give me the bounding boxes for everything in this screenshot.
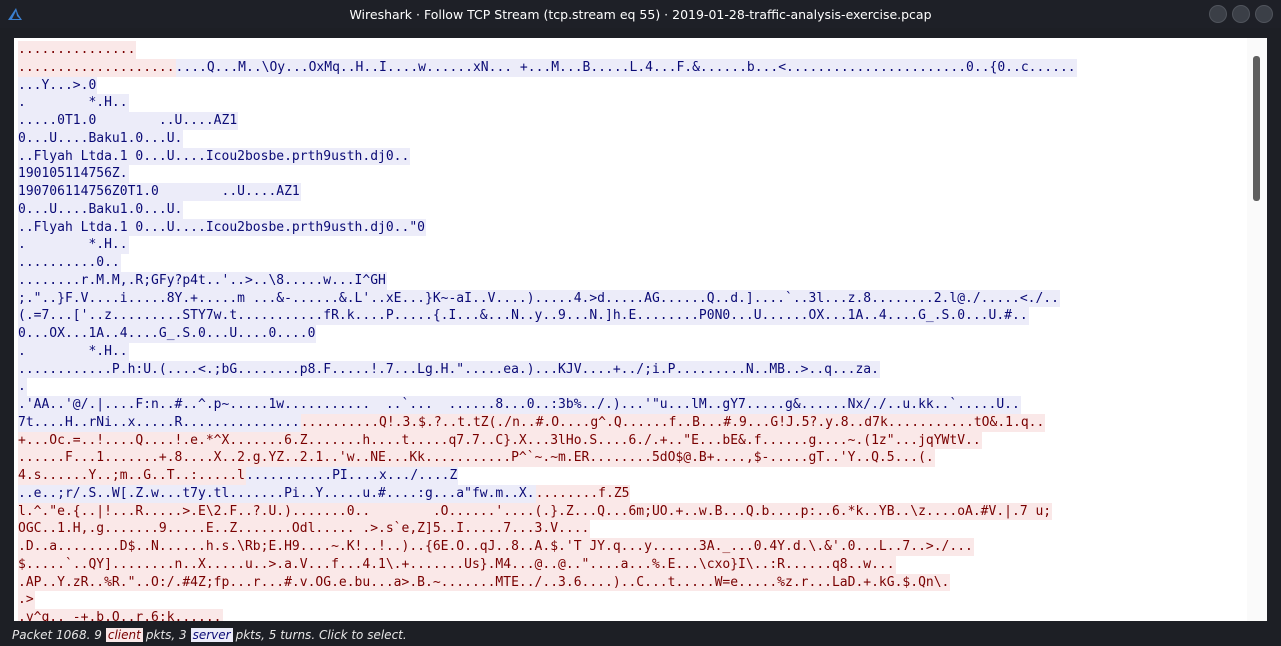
- title-bar: Wireshark · Follow TCP Stream (tcp.strea…: [0, 0, 1281, 28]
- server-segment[interactable]: . *.H..: [18, 342, 129, 361]
- stream-line[interactable]: . *.H..: [18, 236, 1243, 254]
- server-segment[interactable]: 0...U....Baku1.0...U.: [18, 129, 184, 148]
- client-segment[interactable]: ...............: [18, 41, 137, 59]
- server-segment[interactable]: 190706114756Z0T1.0 ..U....AZ1: [18, 183, 301, 201]
- stream-line[interactable]: .>: [18, 591, 1243, 609]
- stream-line[interactable]: (.=7...['..z.........STY7w.t...........f…: [18, 307, 1243, 325]
- client-segment[interactable]: $.....`..QY]........n..X.....u..>.a.V...…: [18, 555, 896, 574]
- maximize-icon[interactable]: [1232, 5, 1250, 23]
- client-segment[interactable]: ..........Q!.3.$.?..t.tZ(./n..#.O....g^.…: [300, 413, 1046, 432]
- stream-line[interactable]: 0...U....Baku1.0...U.: [18, 200, 1243, 219]
- vertical-scrollbar[interactable]: [1247, 38, 1267, 621]
- stream-line[interactable]: ..........0..: [18, 254, 1243, 272]
- stream-line[interactable]: 0...U....Baku1.0...U.: [18, 129, 1243, 148]
- stream-line[interactable]: 4.s......Y..;m..G..T..:.....l...........…: [18, 467, 1243, 485]
- stream-line[interactable]: .AP..Y.zR..%R."..O:/.#4Z;fp...r...#.v.OG…: [18, 573, 1243, 592]
- minimize-icon[interactable]: [1209, 5, 1227, 23]
- client-segment[interactable]: .y^q.. -+.b.O..r.6;k......: [18, 609, 223, 621]
- stream-line[interactable]: .D..a........D$..N......h.s.\Rb;E.H9....…: [18, 538, 1243, 556]
- server-segment[interactable]: .'AA..'@/.|....F:n..#..^.p~.....1w......…: [18, 396, 1021, 414]
- stream-content[interactable]: ............... ........................Q…: [18, 41, 1243, 621]
- stream-line[interactable]: ............P.h:U.(....<.;bG........p8.F…: [18, 360, 1243, 379]
- stream-line[interactable]: ........r.M.M,.R;GFy?p4t..'..>..\8.....w…: [18, 271, 1243, 290]
- stream-line[interactable]: .y^q.. -+.b.O..r.6;k......: [18, 609, 1243, 621]
- status-prefix: Packet 1068. 9: [12, 628, 102, 642]
- client-segment[interactable]: OGC..1.H,.g.......9.....E..Z.......Odl..…: [18, 520, 591, 538]
- server-segment[interactable]: .....0T1.0 ..U....AZ1: [18, 112, 239, 130]
- server-segment[interactable]: .: [18, 378, 27, 396]
- stream-line[interactable]: . *.H..: [18, 94, 1243, 112]
- window-title: Wireshark · Follow TCP Stream (tcp.strea…: [349, 6, 932, 22]
- stream-line[interactable]: ..Flyah Ltda.1 0...U....Icou2bosbe.prth9…: [18, 218, 1243, 237]
- close-icon[interactable]: [1255, 5, 1273, 23]
- stream-line[interactable]: ........................Q...M..\Oy...OxM…: [18, 58, 1243, 77]
- stream-line[interactable]: 0...OX...1A..4....G_.S.0...U....0....0: [18, 325, 1243, 343]
- stream-line[interactable]: 190105114756Z.: [18, 165, 1243, 183]
- server-legend[interactable]: server: [190, 628, 233, 642]
- stream-line[interactable]: ...Y...>.0: [18, 76, 1243, 95]
- stream-line[interactable]: 7t....H..rNi..x.....R...................…: [18, 413, 1243, 432]
- server-segment[interactable]: ...........PI....x.../....Z: [245, 467, 459, 485]
- server-segment[interactable]: 0...OX...1A..4....G_.S.0...U....0....0: [18, 325, 317, 343]
- client-segment[interactable]: .AP..Y.zR..%R."..O:/.#4Z;fp...r...#.v.OG…: [18, 573, 951, 592]
- stream-line[interactable]: .....0T1.0 ..U....AZ1: [18, 112, 1243, 130]
- stream-line[interactable]: ...............: [18, 41, 1243, 59]
- stream-line[interactable]: .'AA..'@/.|....F:n..#..^.p~.....1w......…: [18, 396, 1243, 414]
- server-segment[interactable]: 7t....H..rNi..x.....R...............: [18, 413, 301, 432]
- stream-line[interactable]: $.....`..QY]........n..X.....u..>.a.V...…: [18, 555, 1243, 574]
- stream-line[interactable]: l.^."e.{..|!...R.....>.E\2.F..?.U.).....…: [18, 502, 1243, 521]
- client-segment[interactable]: .D..a........D$..N......h.s.\Rb;E.H9....…: [18, 538, 974, 556]
- client-segment[interactable]: +...Oc.=..!....Q....!.e.*^X.......6.Z...…: [18, 431, 982, 450]
- server-segment[interactable]: 0...U....Baku1.0...U.: [18, 200, 184, 219]
- server-segment[interactable]: ..Flyah Ltda.1 0...U....Icou2bosbe.prth9…: [18, 147, 411, 166]
- server-segment[interactable]: ............P.h:U.(....<.;bG........p8.F…: [18, 360, 880, 379]
- stream-line[interactable]: +...Oc.=..!....Q....!.e.*^X.......6.Z...…: [18, 431, 1243, 450]
- server-segment[interactable]: . *.H..: [18, 94, 129, 112]
- status-suffix: pkts, 5 turns. Click to select.: [235, 628, 407, 642]
- client-segment[interactable]: l.^."e.{..|!...R.....>.E\2.F..?.U.).....…: [18, 502, 1053, 521]
- client-segment[interactable]: ........f.Z5: [535, 484, 631, 503]
- stream-line[interactable]: ..Flyah Ltda.1 0...U....Icou2bosbe.prth9…: [18, 147, 1243, 166]
- server-segment[interactable]: 190105114756Z.: [18, 165, 129, 183]
- client-segment[interactable]: ....................: [18, 58, 176, 77]
- stream-line[interactable]: 190706114756Z0T1.0 ..U....AZ1: [18, 183, 1243, 201]
- server-segment[interactable]: . *.H..: [18, 236, 129, 254]
- server-segment[interactable]: (.=7...['..z.........STY7w.t...........f…: [18, 307, 1029, 325]
- status-bar: Packet 1068. 9 client pkts, 3 server pkt…: [0, 624, 1281, 646]
- server-segment[interactable]: ..Flyah Ltda.1 0...U....Icou2bosbe.prth9…: [18, 218, 426, 237]
- stream-line[interactable]: .: [18, 378, 1243, 396]
- scrollbar-thumb[interactable]: [1253, 56, 1260, 201]
- server-segment[interactable]: ..........0..: [18, 254, 121, 272]
- stream-line[interactable]: ..e..;r/.S..W[.Z.w...t7y.tl.......Pi..Y.…: [18, 484, 1243, 503]
- client-segment[interactable]: 4.s......Y..;m..G..T..:.....l: [18, 467, 246, 485]
- server-segment[interactable]: ...Y...>.0: [18, 76, 98, 95]
- stream-line[interactable]: . *.H..: [18, 342, 1243, 361]
- server-segment[interactable]: ;."..}F.V....i.....8Y.+.....m ...&-.....…: [18, 289, 1060, 308]
- server-segment[interactable]: ....Q...M..\Oy...OxMq..H..I....w......xN…: [175, 58, 1077, 77]
- server-segment[interactable]: ........r.M.M,.R;GFy?p4t..'..>..\8.....w…: [18, 271, 387, 290]
- wireshark-fin-icon[interactable]: [6, 5, 24, 23]
- server-segment[interactable]: ..e..;r/.S..W[.Z.w...t7y.tl.......Pi..Y.…: [18, 484, 536, 503]
- client-legend[interactable]: client: [105, 628, 143, 642]
- stream-line[interactable]: ......F...1.......+.8....X..2.g.YZ..2.1.…: [18, 449, 1243, 467]
- status-middle: pkts, 3: [145, 628, 187, 642]
- stream-text-area[interactable]: ............... ........................Q…: [14, 38, 1267, 621]
- client-segment[interactable]: .>: [18, 591, 35, 609]
- stream-line[interactable]: OGC..1.H,.g.......9.....E..Z.......Odl..…: [18, 520, 1243, 538]
- stream-line[interactable]: ;."..}F.V....i.....8Y.+.....m ...&-.....…: [18, 289, 1243, 308]
- client-segment[interactable]: ......F...1.......+.8....X..2.g.YZ..2.1.…: [18, 449, 935, 467]
